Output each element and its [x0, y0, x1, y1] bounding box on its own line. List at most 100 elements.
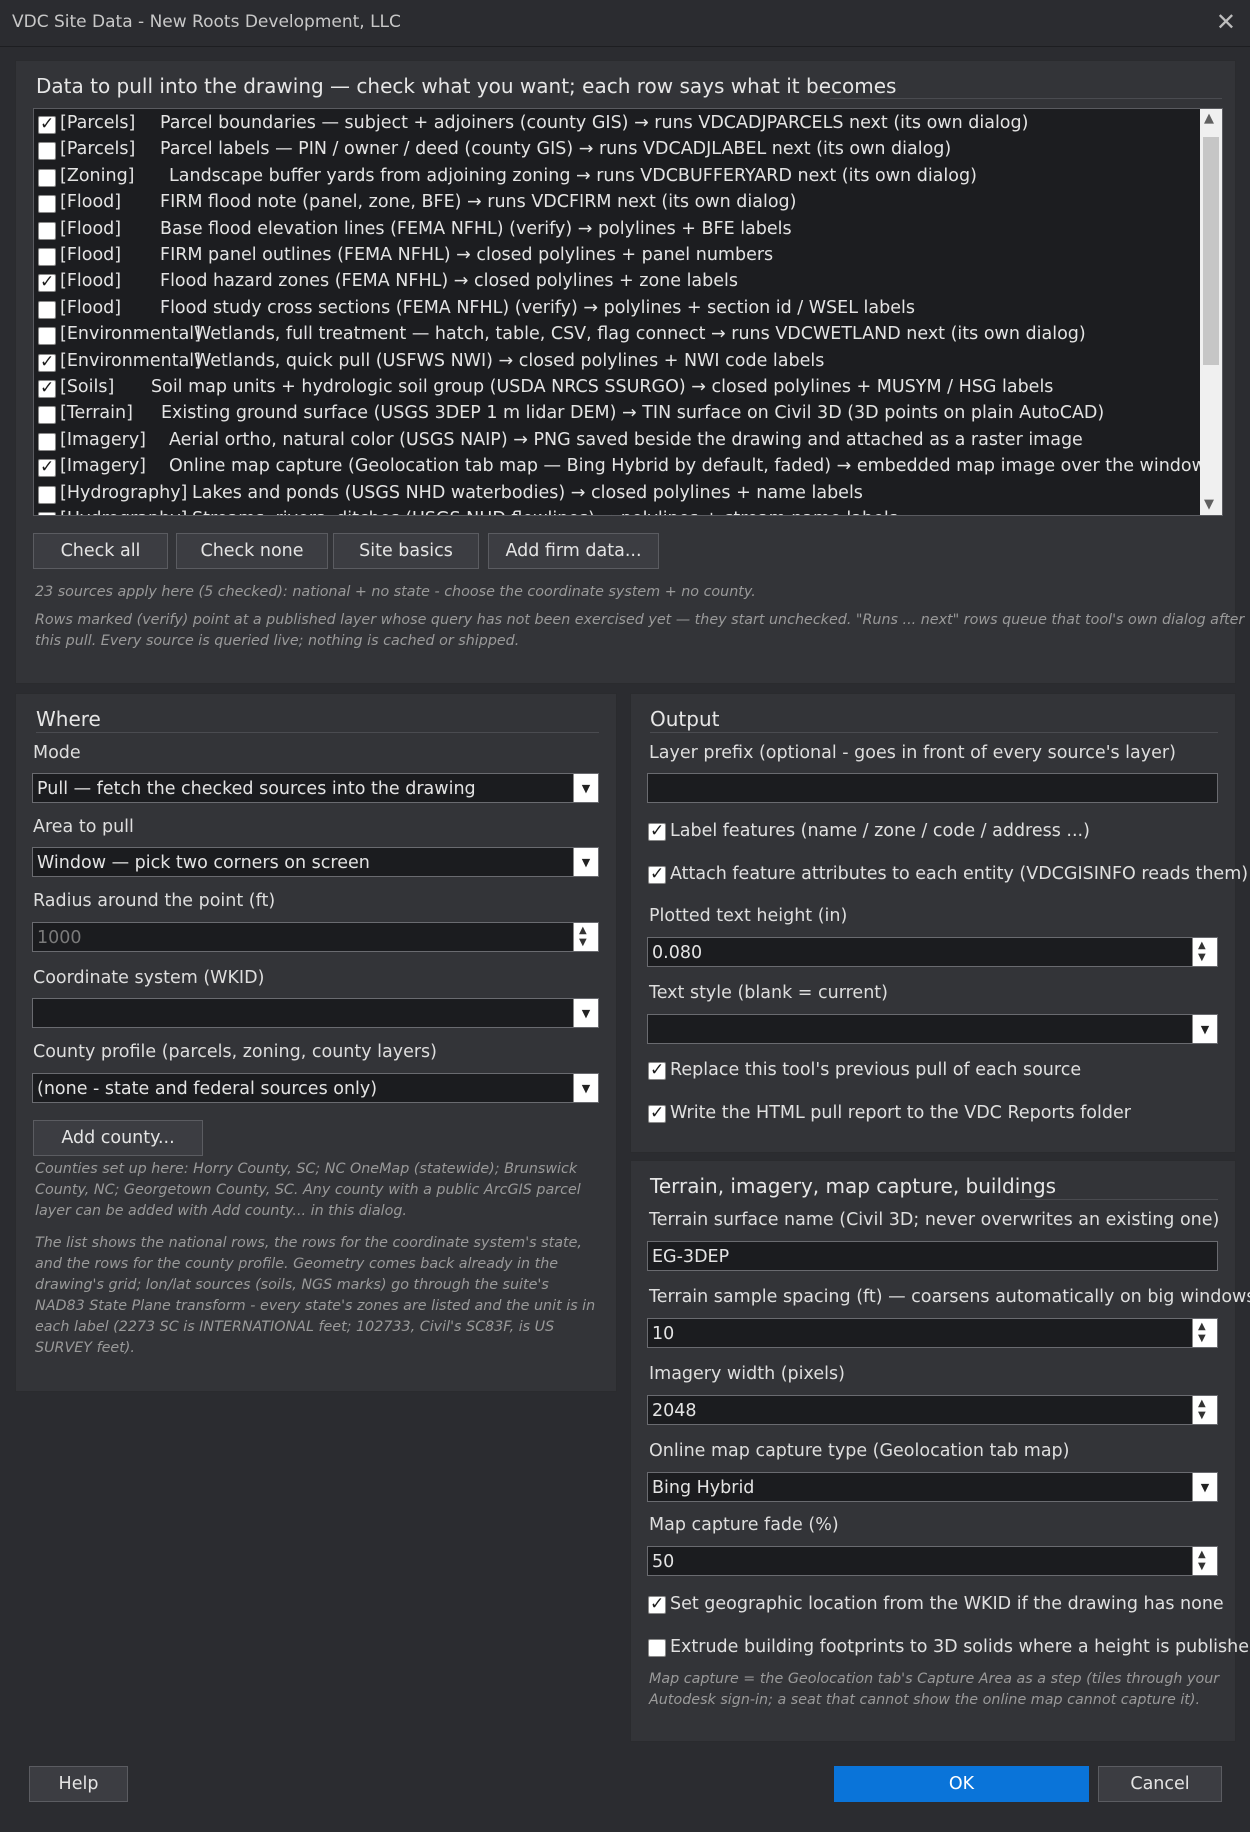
spin-up-icon[interactable]: ▲ [1198, 1550, 1206, 1560]
source-category: [Flood] [60, 192, 122, 213]
source-checkbox[interactable] [38, 485, 56, 504]
fade-input[interactable]: 50 ▲ ▼ [647, 1546, 1218, 1576]
spinner[interactable]: ▲ ▼ [1192, 1396, 1217, 1424]
surface-name-input[interactable]: EG-3DEP [647, 1241, 1218, 1271]
spinner[interactable]: ▲ ▼ [1192, 1547, 1217, 1575]
scroll-up-icon[interactable]: ▲ [1204, 111, 1214, 126]
scroll-down-icon[interactable]: ▼ [1204, 497, 1214, 512]
scrollbar[interactable]: ▲ ▼ [1200, 109, 1222, 515]
capture-type-value: Bing Hybrid [652, 1478, 755, 1498]
spin-up-icon[interactable]: ▲ [1198, 941, 1206, 951]
source-category: [Flood] [60, 245, 122, 265]
note-line: each label (2273 SC is INTERNATIONAL fee… [35, 1319, 555, 1335]
site-basics-button[interactable]: Site basics [333, 533, 479, 569]
text-height-input[interactable]: 0.080 ▲ ▼ [647, 937, 1218, 967]
spacing-input[interactable]: 10 ▲ ▼ [647, 1318, 1218, 1348]
chevron-down-icon[interactable]: ▼ [573, 848, 598, 876]
spin-up-icon[interactable]: ▲ [1198, 1399, 1206, 1409]
where-note1: Counties set up here: Horry County, SC; … [35, 1159, 581, 1222]
source-category: [Flood] [60, 271, 122, 292]
checkbox-label: Set geographic location from the WKID if… [670, 1594, 1224, 1614]
checkbox-box[interactable] [648, 1594, 666, 1614]
layer-prefix-input[interactable] [647, 773, 1218, 803]
close-icon[interactable]: ✕ [1216, 8, 1236, 36]
chevron-down-icon[interactable]: ▼ [573, 1074, 598, 1102]
chevron-down-icon[interactable]: ▼ [573, 999, 598, 1027]
source-checkbox[interactable] [38, 300, 56, 319]
chevron-down-icon[interactable]: ▼ [1192, 1473, 1217, 1501]
source-description: FIRM flood note (panel, zone, BFE) → run… [160, 192, 797, 213]
divider [830, 98, 1222, 99]
source-checkbox[interactable] [38, 327, 56, 346]
surface-label: Terrain surface name (Civil 3D; never ov… [649, 1210, 1220, 1230]
wkid-select[interactable]: ▼ [32, 998, 599, 1028]
source-checkbox[interactable] [38, 406, 56, 425]
capture-type-select[interactable]: Bing Hybrid ▼ [647, 1472, 1218, 1502]
source-description: Flood study cross sections (FEMA NFHL) (… [160, 297, 915, 318]
source-checkbox[interactable] [38, 114, 56, 134]
sources-list[interactable]: [Hydrography] Streams, rivers, ditches (U… [33, 108, 1223, 516]
source-category: [Flood] [60, 218, 122, 239]
radius-input[interactable]: 1000 ▲ ▼ [32, 922, 599, 952]
ok-button[interactable]: OK [834, 1766, 1089, 1802]
spin-down-icon[interactable]: ▼ [1198, 1411, 1206, 1421]
note-line: layer can be added with Add county... in… [35, 1203, 407, 1219]
source-checkbox[interactable] [38, 168, 56, 187]
text-height-value: 0.080 [652, 943, 703, 963]
area-select[interactable]: Window — pick two corners on screen ▼ [32, 847, 599, 877]
checkbox-box[interactable] [648, 1639, 666, 1657]
source-checkbox[interactable] [38, 512, 56, 515]
source-category: [Soils] [60, 377, 115, 397]
check-none-button[interactable]: Check none [176, 533, 328, 569]
checkbox-box[interactable] [648, 864, 666, 884]
source-description: Flood hazard zones (FEMA NFHL) → closed … [160, 271, 739, 292]
spin-up-icon[interactable]: ▲ [579, 926, 587, 936]
add-county-button[interactable]: Add county... [33, 1120, 203, 1156]
chevron-down-icon[interactable]: ▼ [573, 774, 598, 802]
scroll-thumb[interactable] [1203, 137, 1219, 365]
source-checkbox[interactable] [38, 221, 56, 240]
checkbox-box[interactable] [648, 1103, 666, 1123]
divider [650, 732, 1218, 733]
imagery-width-value: 2048 [652, 1401, 697, 1421]
spinner[interactable]: ▲ ▼ [1192, 1319, 1217, 1347]
terrain-note: Map capture = the Geolocation tab's Capt… [649, 1669, 1219, 1711]
divider [1020, 1199, 1218, 1200]
spin-down-icon[interactable]: ▼ [1198, 1334, 1206, 1344]
checkbox-box[interactable] [648, 821, 666, 841]
source-description: Streams, rivers, ditches (USGS NHD flowl… [192, 509, 898, 515]
source-checkbox[interactable] [38, 195, 56, 214]
source-checkbox[interactable] [38, 272, 56, 293]
source-description: Online map capture (Geolocation tab map … [169, 456, 1223, 477]
check-all-button[interactable]: Check all [33, 533, 168, 569]
source-checkbox[interactable] [38, 142, 56, 161]
text-style-select[interactable]: ▼ [647, 1014, 1218, 1044]
spin-down-icon[interactable]: ▼ [1198, 953, 1206, 963]
spinner[interactable]: ▲ ▼ [573, 923, 598, 951]
help-button[interactable]: Help [29, 1766, 128, 1802]
source-checkbox[interactable] [38, 352, 56, 372]
where-heading: Where [36, 707, 101, 731]
spin-down-icon[interactable]: ▼ [1198, 1562, 1206, 1572]
source-checkbox[interactable] [38, 432, 56, 451]
source-description: Wetlands, quick pull (USFWS NWI) → close… [194, 350, 825, 371]
spin-down-icon[interactable]: ▼ [579, 938, 587, 948]
note-line: County, NC; Georgetown County, SC. Any c… [35, 1182, 581, 1198]
imagery-width-input[interactable]: 2048 ▲ ▼ [647, 1395, 1218, 1425]
county-select[interactable]: (none - state and federal sources only) … [32, 1073, 599, 1103]
add-firm-data-button[interactable]: Add firm data... [488, 533, 659, 569]
checkbox-box[interactable] [648, 1060, 666, 1080]
source-checkbox[interactable] [38, 378, 56, 398]
divider [36, 732, 599, 733]
cancel-button[interactable]: Cancel [1098, 1766, 1222, 1802]
source-description: FIRM panel outlines (FEMA NFHL) → closed… [160, 245, 774, 265]
source-checkbox[interactable] [38, 457, 56, 478]
chevron-down-icon[interactable]: ▼ [1192, 1015, 1217, 1043]
mode-select[interactable]: Pull — fetch the checked sources into th… [32, 773, 599, 803]
source-checkbox[interactable] [38, 248, 56, 266]
mode-label: Mode [33, 743, 81, 763]
spinner[interactable]: ▲ ▼ [1192, 938, 1217, 966]
sources-summary: 23 sources apply here (5 checked): natio… [35, 584, 756, 600]
note-line: and the rows for the county profile. Geo… [35, 1256, 559, 1272]
spin-up-icon[interactable]: ▲ [1198, 1322, 1206, 1332]
